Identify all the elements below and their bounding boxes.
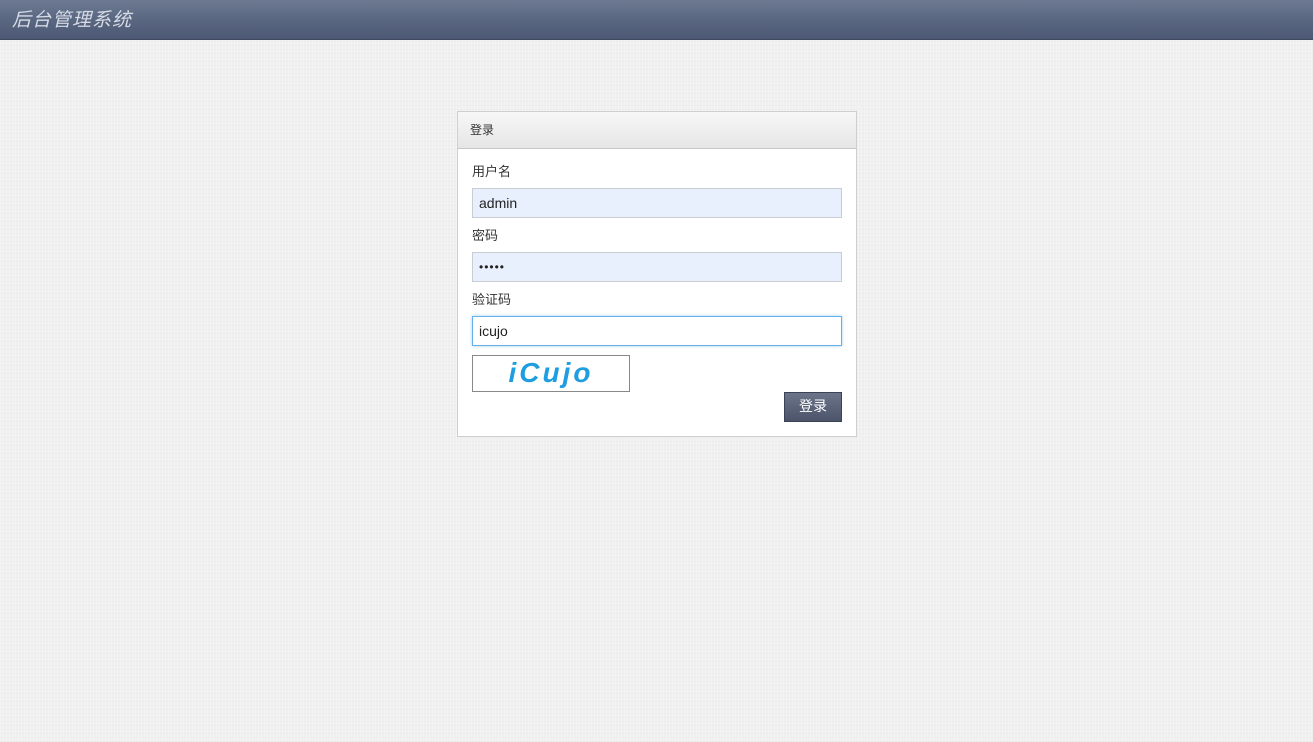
app-title: 后台管理系统 <box>12 9 133 31</box>
username-label: 用户名 <box>472 165 512 180</box>
password-label: 密码 <box>472 229 499 244</box>
login-panel-title: 登录 <box>470 123 495 137</box>
app-header: 后台管理系统 <box>0 0 1313 40</box>
captcha-image[interactable]: iCujo <box>472 355 630 392</box>
login-panel: 登录 用户名 密码 验证码 iCujo 登录 <box>457 111 857 437</box>
captcha-input[interactable] <box>472 316 842 346</box>
username-input[interactable] <box>472 188 842 218</box>
captcha-label: 验证码 <box>472 293 512 308</box>
captcha-image-text: iCujo <box>508 357 594 388</box>
login-panel-heading: 登录 <box>458 112 856 149</box>
password-input[interactable] <box>472 252 842 282</box>
login-button[interactable]: 登录 <box>784 392 842 422</box>
